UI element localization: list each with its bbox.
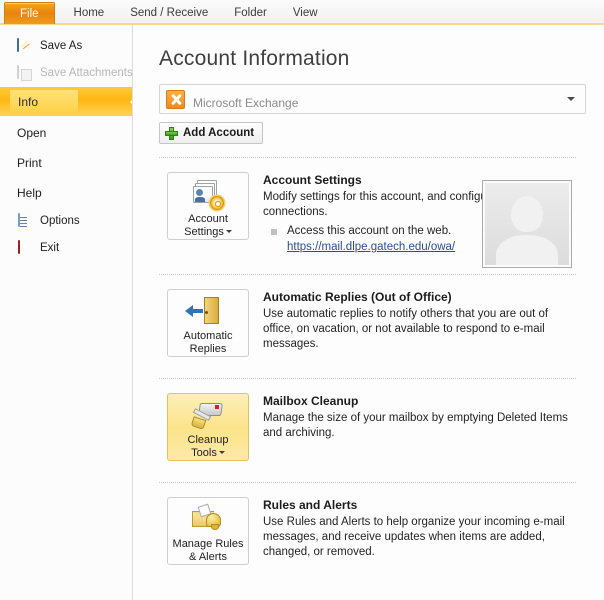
exit-icon [17, 239, 33, 257]
add-account-label: Add Account [183, 127, 255, 139]
caret-down-icon [225, 230, 232, 234]
manage-rules-alerts-icon [192, 503, 224, 535]
sidebar-item-open[interactable]: Open [0, 118, 132, 148]
tab-view-label: View [292, 7, 318, 19]
sidebar-item-help-label: Help [17, 186, 42, 200]
square-bullet-icon [271, 229, 277, 235]
user-photo-placeholder-icon [485, 183, 569, 265]
tab-home[interactable]: Home [61, 2, 118, 24]
sidebar-item-help[interactable]: Help [0, 178, 132, 208]
account-settings-button-label-1: Account [188, 213, 228, 225]
sidebar-item-save-as[interactable]: Save As [0, 33, 132, 60]
exchange-icon [166, 89, 185, 109]
ribbon-tab-bar: File Home Send / Receive Folder View [0, 0, 604, 25]
rules-and-alerts-description: Use Rules and Alerts to help organize yo… [263, 516, 565, 558]
automatic-replies-button[interactable]: Automatic Replies [167, 289, 249, 357]
cleanup-tools-button[interactable]: Cleanup Tools [167, 393, 249, 461]
tab-file[interactable]: File [4, 2, 55, 24]
sidebar-item-info-label: Info [18, 94, 39, 109]
options-icon [17, 212, 33, 230]
mailbox-cleanup-description: Manage the size of your mailbox by empty… [263, 412, 568, 439]
plus-icon [165, 126, 178, 140]
sidebar-item-print[interactable]: Print [0, 148, 132, 178]
tab-home-label: Home [73, 7, 105, 19]
account-selector-value: Microsoft Exchange [193, 96, 299, 110]
automatic-replies-description: Use automatic replies to notify others t… [263, 308, 549, 350]
sidebar-item-options-label: Options [40, 214, 80, 227]
tab-folder[interactable]: Folder [221, 2, 280, 24]
save-as-icon [17, 37, 33, 55]
sidebar-item-save-attachments: Save Attachments [0, 60, 133, 87]
avatar [482, 180, 572, 268]
page-title: Account Information [159, 47, 350, 70]
add-account-button[interactable]: Add Account [159, 122, 264, 144]
backstage-sidebar: Save As Save Attachments Info Open Print [0, 25, 133, 600]
tab-file-label: File [20, 8, 39, 20]
rules-and-alerts-heading: Rules and Alerts [263, 498, 358, 512]
section-rules-and-alerts: Manage Rules & Alerts Rules and Alerts U… [159, 483, 586, 573]
mailbox-cleanup-heading: Mailbox Cleanup [263, 394, 359, 408]
account-settings-button-label-2: Settings [184, 225, 224, 238]
account-settings-bullet-text: Access this account on the web. [287, 225, 452, 237]
automatic-replies-heading: Automatic Replies (Out of Office) [263, 290, 452, 304]
sidebar-item-info[interactable]: Info [0, 87, 132, 116]
automatic-replies-button-label-1: Automatic [183, 330, 233, 342]
sidebar-item-exit-label: Exit [40, 241, 60, 254]
section-mailbox-cleanup: Cleanup Tools Mailbox Cleanup Manage the… [159, 379, 586, 469]
account-information-pane: Account Information Microsoft Exchange A… [133, 25, 604, 600]
backstage-body: Save As Save Attachments Info Open Print [0, 25, 604, 600]
automatic-replies-button-label-2: Replies [189, 342, 227, 355]
sidebar-item-save-as-label: Save As [40, 39, 83, 52]
account-selector-dropdown[interactable]: Microsoft Exchange [159, 84, 586, 114]
account-settings-button[interactable]: Account Settings [167, 172, 249, 240]
chevron-down-icon [567, 97, 575, 101]
sidebar-item-exit[interactable]: Exit [0, 235, 132, 262]
tab-send-receive[interactable]: Send / Receive [117, 2, 221, 24]
section-automatic-replies: Automatic Replies Automatic Replies (Out… [159, 275, 586, 365]
sidebar-item-save-attachments-label: Save Attachments [40, 66, 133, 79]
outlook-backstage-window: File Home Send / Receive Folder View Sav… [0, 0, 604, 600]
cleanup-tools-button-label-1: Cleanup [187, 434, 229, 446]
manage-rules-alerts-button[interactable]: Manage Rules & Alerts [167, 497, 249, 565]
tab-view[interactable]: View [280, 2, 331, 24]
caret-down-icon [218, 451, 225, 455]
section-account-settings: Account Settings Account Settings Modify… [159, 158, 586, 268]
manage-rules-button-label-1: Manage Rules [172, 538, 244, 550]
cleanup-tools-button-label-2: Tools [191, 446, 217, 459]
tab-folder-label: Folder [234, 7, 267, 19]
automatic-replies-icon [185, 297, 224, 327]
save-attachments-icon [17, 64, 33, 82]
sidebar-item-open-label: Open [17, 126, 47, 140]
sidebar-item-print-label: Print [17, 156, 42, 170]
manage-rules-button-label-2: & Alerts [189, 550, 227, 563]
account-settings-icon [192, 180, 224, 210]
cleanup-tools-icon [190, 401, 224, 431]
selected-indicator-icon [121, 87, 132, 116]
tab-send-receive-label: Send / Receive [130, 7, 209, 19]
sidebar-item-options[interactable]: Options [0, 208, 132, 235]
